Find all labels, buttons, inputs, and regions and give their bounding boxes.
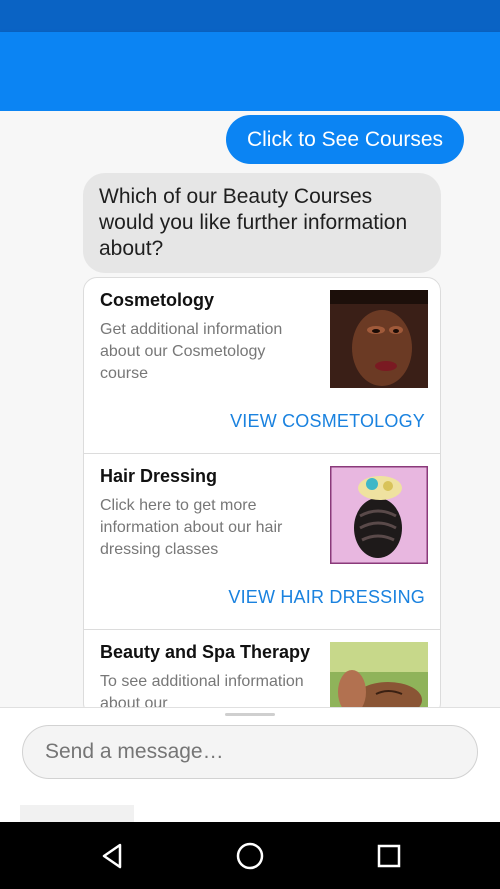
app-bar: [0, 32, 500, 111]
user-message-bubble[interactable]: Click to See Courses: [226, 115, 464, 164]
view-cosmetology-button[interactable]: VIEW COSMETOLOGY: [230, 411, 425, 432]
view-hair-dressing-button[interactable]: VIEW HAIR DRESSING: [228, 587, 425, 608]
course-card-cosmetology[interactable]: Cosmetology Get additional information a…: [84, 278, 440, 454]
composer-area: [0, 707, 500, 823]
message-input[interactable]: [22, 725, 478, 779]
composer-extra-strip: [20, 805, 134, 823]
card-description: To see additional information about our: [100, 673, 304, 707]
card-title: Cosmetology: [100, 290, 215, 310]
card-title: Hair Dressing: [100, 466, 218, 486]
card-description: Click here to get more information about…: [100, 497, 283, 558]
bot-message-bubble: Which of our Beauty Courses would you li…: [83, 173, 441, 273]
recents-icon[interactable]: [363, 830, 415, 882]
home-icon[interactable]: [224, 830, 276, 882]
navigation-bar: [0, 822, 500, 889]
makeup-portrait-image: [330, 290, 428, 388]
card-title: Beauty and Spa Therapy: [100, 642, 311, 662]
status-bar: [0, 0, 500, 32]
course-card-beauty-spa[interactable]: Beauty and Spa Therapy To see additional…: [84, 630, 440, 707]
chat-area[interactable]: Click to See Courses Which of our Beauty…: [0, 111, 500, 707]
braided-hairstyle-image: [330, 466, 428, 564]
back-icon[interactable]: [86, 830, 138, 882]
course-card-hair-dressing[interactable]: Hair Dressing Click here to get more inf…: [84, 454, 440, 630]
spa-massage-image: [330, 642, 428, 707]
drag-handle[interactable]: [225, 713, 275, 716]
card-description: Get additional information about our Cos…: [100, 321, 283, 382]
course-card-list: Cosmetology Get additional information a…: [83, 277, 441, 707]
